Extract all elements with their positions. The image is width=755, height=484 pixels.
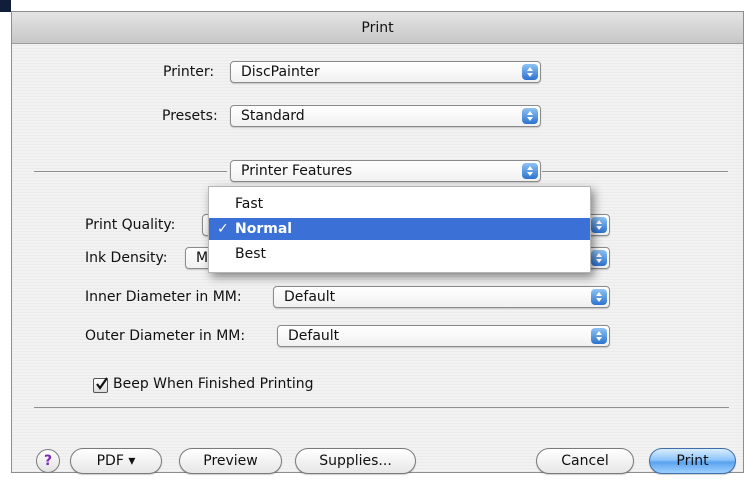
cancel-button[interactable]: Cancel bbox=[536, 448, 634, 474]
panel-value: Printer Features bbox=[241, 163, 353, 179]
checkmark-icon bbox=[96, 377, 108, 390]
inner-diameter-value: Default bbox=[284, 289, 336, 305]
inner-diameter-label: Inner Diameter in MM: bbox=[85, 289, 242, 305]
menu-item-label: Best bbox=[235, 246, 267, 262]
print-quality-label: Print Quality: bbox=[85, 217, 176, 233]
presets-label: Presets: bbox=[162, 108, 218, 124]
printer-value: DiscPainter bbox=[241, 64, 320, 80]
pdf-button[interactable]: PDF ▾ bbox=[70, 448, 162, 474]
menu-item-fast[interactable]: Fast bbox=[209, 193, 590, 215]
print-dialog: Print Printer: DiscPainter Presets: Stan… bbox=[11, 11, 744, 474]
menu-item-label: Fast bbox=[235, 196, 264, 212]
menu-item-best[interactable]: Best bbox=[209, 243, 590, 265]
print-button[interactable]: Print bbox=[649, 448, 736, 474]
panel-popup[interactable]: Printer Features bbox=[230, 160, 541, 182]
printer-popup[interactable]: DiscPainter bbox=[230, 61, 541, 83]
popup-arrows-icon bbox=[522, 163, 538, 179]
menu-item-normal[interactable]: ✓ Normal bbox=[209, 218, 590, 240]
beep-checkbox[interactable] bbox=[93, 377, 108, 393]
supplies-button[interactable]: Supplies... bbox=[295, 448, 416, 474]
separator-right bbox=[542, 171, 728, 172]
popup-arrows-icon bbox=[591, 217, 607, 233]
popup-arrows-icon bbox=[522, 108, 538, 124]
preview-button[interactable]: Preview bbox=[179, 448, 282, 474]
menu-item-label: Normal bbox=[235, 221, 293, 237]
beep-label[interactable]: Beep When Finished Printing bbox=[113, 376, 313, 392]
outer-diameter-value: Default bbox=[288, 328, 340, 344]
window-title: Print bbox=[361, 20, 394, 36]
print-quality-menu: Fast ✓ Normal Best bbox=[208, 186, 591, 273]
outer-diameter-label: Outer Diameter in MM: bbox=[85, 328, 246, 344]
printer-label: Printer: bbox=[163, 64, 215, 80]
help-button[interactable]: ? bbox=[36, 449, 60, 473]
outer-diameter-popup[interactable]: Default bbox=[277, 325, 610, 347]
ink-density-label: Ink Density: bbox=[85, 250, 168, 266]
popup-arrows-icon bbox=[591, 250, 607, 266]
inner-diameter-popup[interactable]: Default bbox=[273, 286, 610, 308]
popup-arrows-icon bbox=[591, 289, 607, 305]
presets-popup[interactable]: Standard bbox=[230, 105, 541, 127]
presets-value: Standard bbox=[241, 108, 305, 124]
popup-arrows-icon bbox=[522, 64, 538, 80]
background-window-edge bbox=[0, 0, 11, 12]
popup-arrows-icon bbox=[591, 328, 607, 344]
separator-left bbox=[34, 171, 227, 172]
checkmark-icon: ✓ bbox=[217, 221, 229, 237]
title-bar: Print bbox=[12, 12, 743, 44]
separator-bottom bbox=[34, 407, 729, 408]
